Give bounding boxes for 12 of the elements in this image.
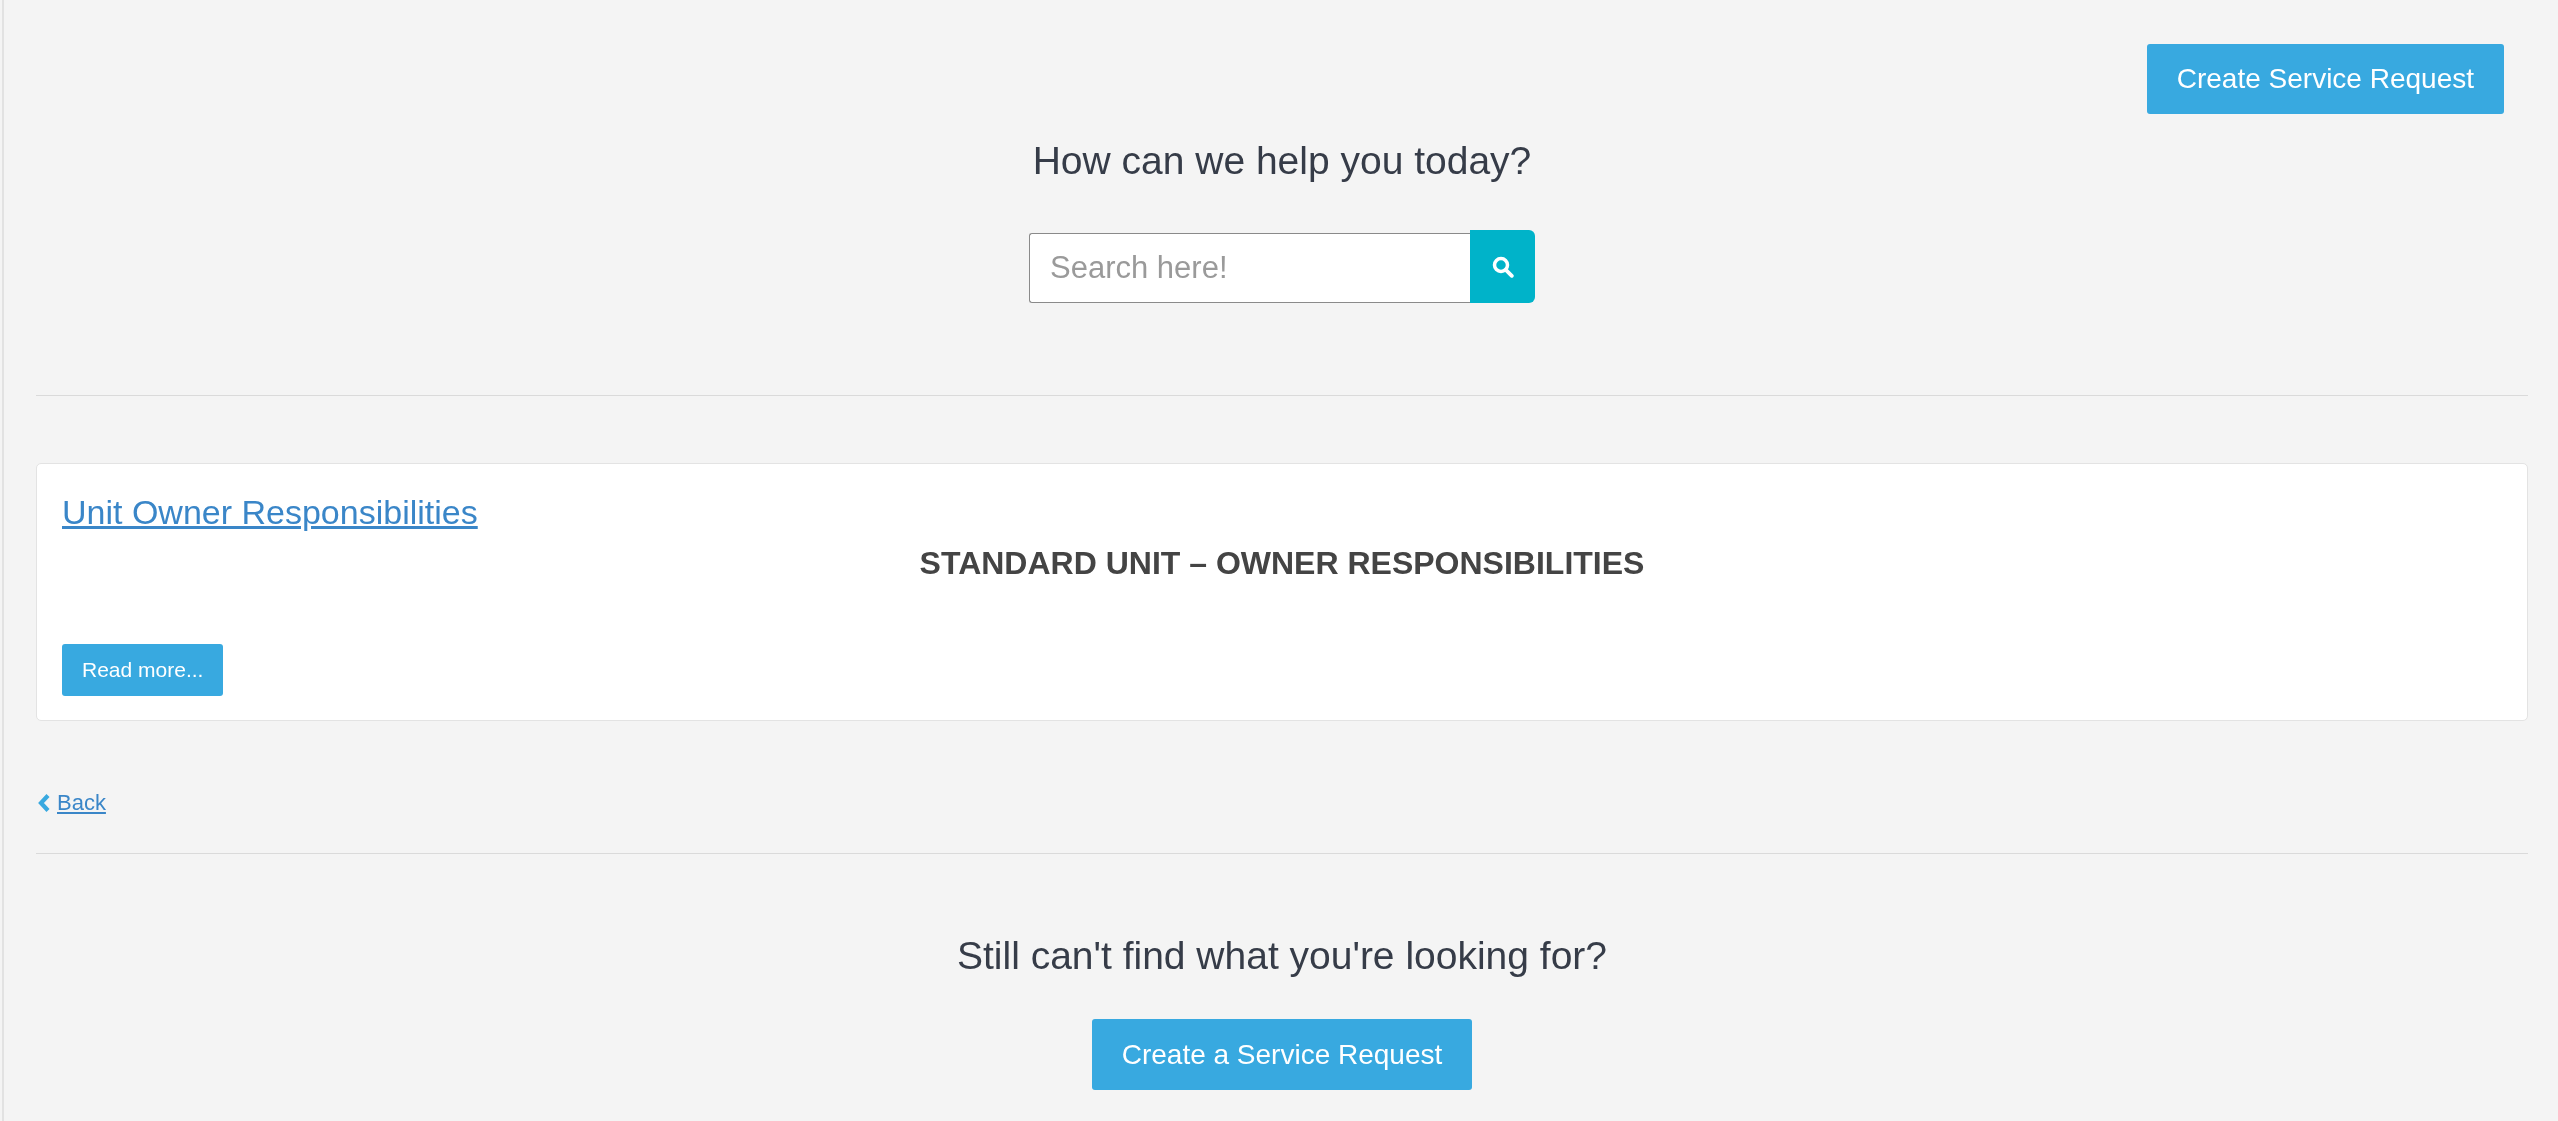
help-heading: How can we help you today? (1031, 139, 1533, 183)
article-title-link[interactable]: Unit Owner Responsibilities (62, 492, 478, 532)
search-icon (1491, 255, 1514, 278)
search-button[interactable] (1470, 230, 1535, 303)
create-service-request-button[interactable]: Create a Service Request (1091, 1019, 1473, 1090)
back-link[interactable]: Back (37, 788, 106, 818)
help-prompt-heading: Still can't find what you're looking for? (955, 934, 1609, 978)
chevron-left-icon (37, 793, 51, 813)
article-summary: STANDARD UNIT – OWNER RESPONSIBILITIES (918, 544, 1646, 583)
read-more-button[interactable]: Read more... (62, 644, 224, 696)
search-field[interactable]: Search here! (1029, 233, 1470, 303)
create-request-button[interactable]: Create Service Request (2146, 44, 2504, 114)
